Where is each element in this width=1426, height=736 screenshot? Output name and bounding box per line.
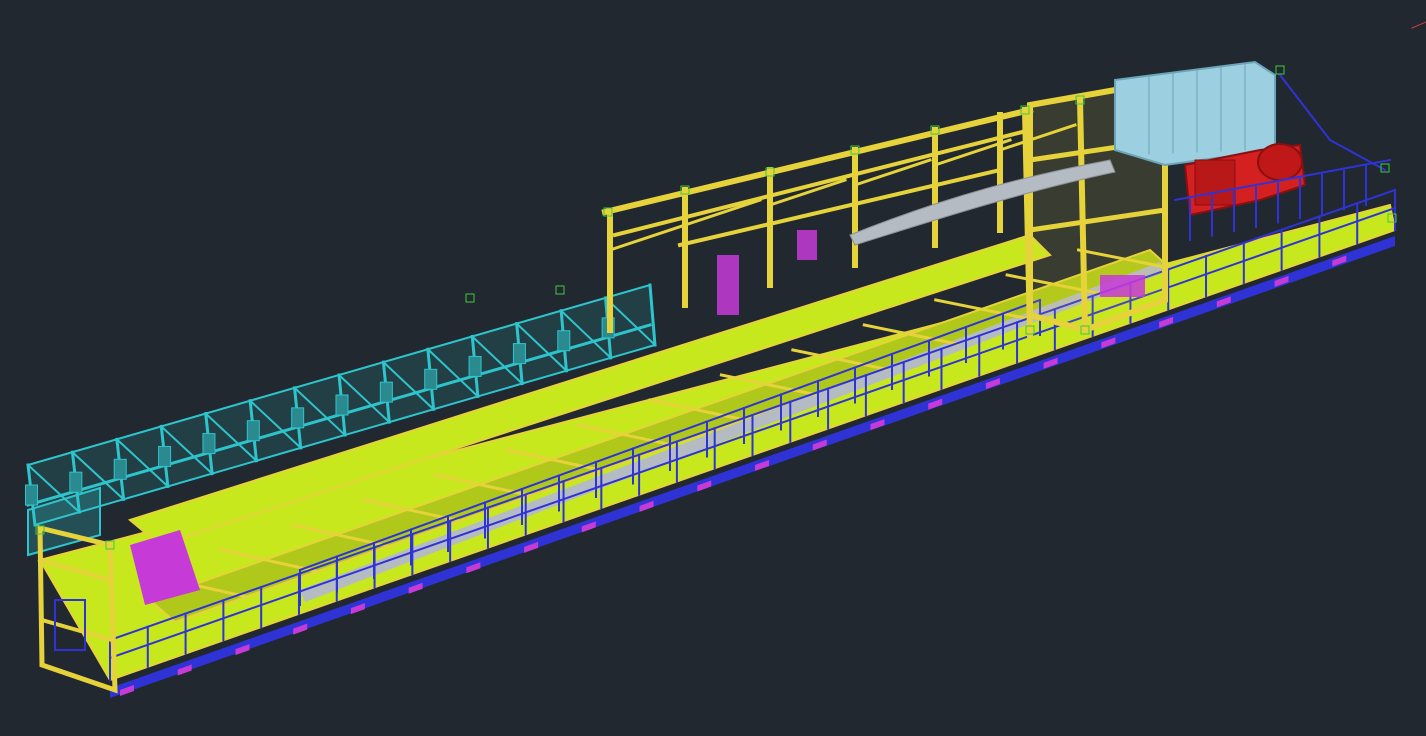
gallery-panel: [512, 343, 526, 365]
portal-top-beam: [612, 127, 1033, 238]
frame-plate: [1100, 275, 1145, 297]
frame-plate: [797, 230, 817, 260]
gallery-panel: [113, 458, 127, 480]
gallery-panel: [291, 407, 305, 429]
cad-node: [1275, 65, 1285, 75]
gallery-panel: [25, 484, 38, 506]
head-handrail: [1278, 73, 1332, 142]
gallery-panel: [246, 420, 260, 442]
gallery-panel: [69, 471, 83, 493]
gallery-panel: [202, 433, 216, 455]
cad-node: [465, 293, 475, 303]
gallery-panel: [557, 330, 571, 352]
gallery-panel: [468, 355, 482, 377]
ucs-axis-marker: [1411, 21, 1426, 29]
frame-plate: [717, 255, 739, 315]
gallery-panel: [424, 368, 438, 390]
drive-housing: [1114, 60, 1276, 167]
conveyor-3d-model: [25, 21, 1426, 698]
cad-node: [555, 285, 565, 295]
gallery-panel: [335, 394, 349, 416]
motor-end-cap: [1257, 143, 1303, 181]
gallery-panel: [158, 445, 172, 467]
gearbox: [1194, 159, 1236, 206]
model-viewport[interactable]: [0, 0, 1426, 736]
gallery-panel: [379, 381, 393, 403]
